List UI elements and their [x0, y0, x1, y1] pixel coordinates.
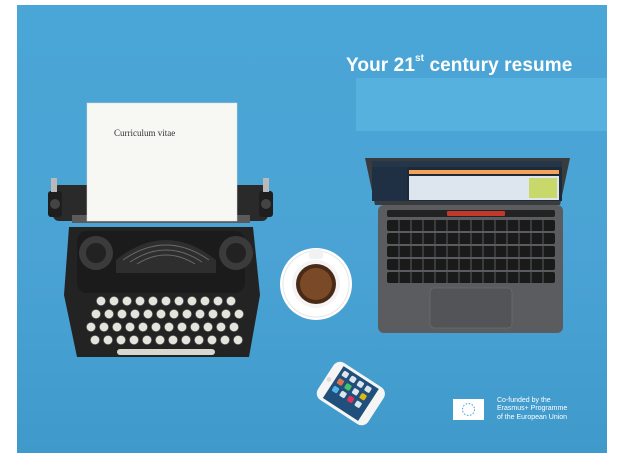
eu-line: Erasmus+ Programme	[497, 405, 568, 413]
typewriter: Curriculum vitae	[48, 102, 273, 357]
eu-flag-icon	[453, 399, 484, 420]
cv-paper	[86, 102, 238, 222]
eu-line: of the European Union	[497, 413, 568, 421]
smartphone	[316, 361, 385, 426]
desk-illustration: Curriculum vitae	[48, 102, 570, 426]
poster-background: Your 21st century resume Curriculum vita…	[17, 5, 607, 453]
eu-line: Co-funded by the	[497, 397, 551, 404]
eu-cofunded-label: Co-funded by the Erasmus+ Programme of t…	[497, 397, 567, 422]
cv-paper-text: Curriculum vitae	[114, 128, 175, 138]
coffee-cup	[280, 248, 352, 320]
laptop	[365, 158, 570, 333]
